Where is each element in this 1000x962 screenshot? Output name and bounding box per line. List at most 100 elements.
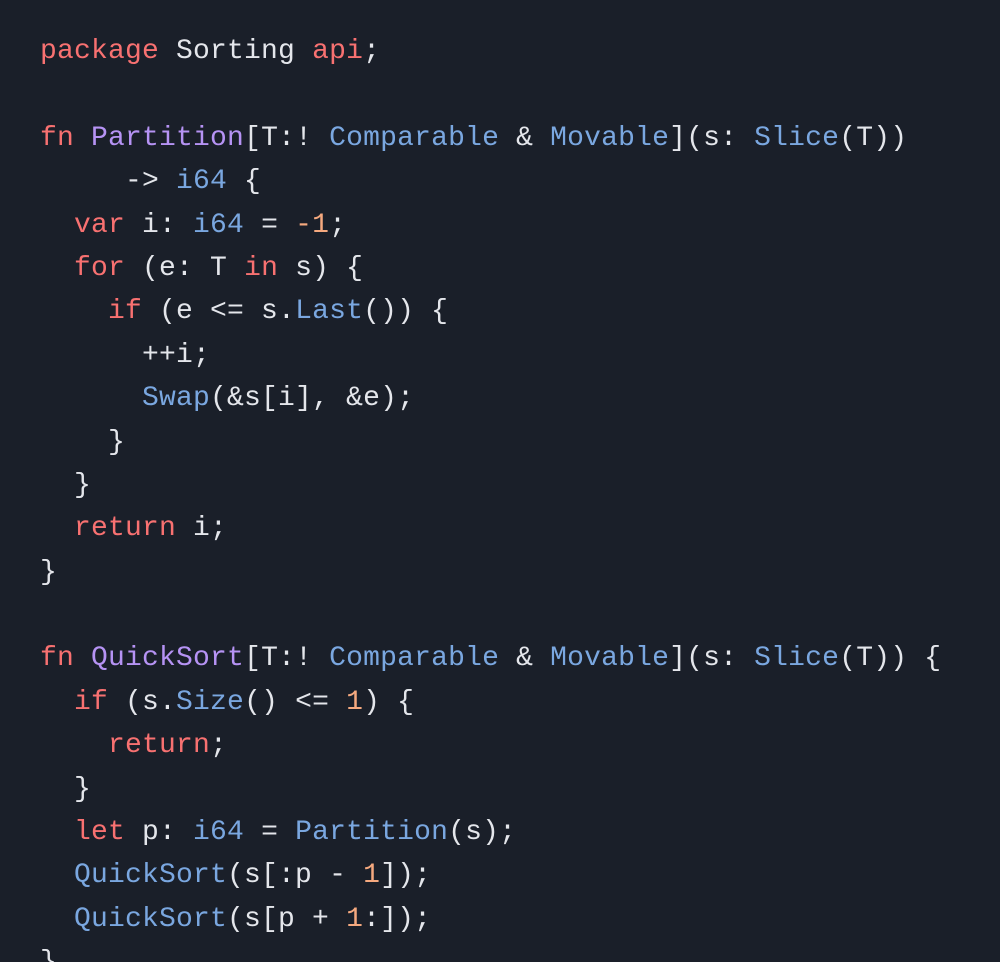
code-token: [T:! [244, 123, 329, 154]
code-token: QuickSort [91, 643, 244, 674]
code-token: p: [125, 817, 193, 848]
code-line: QuickSort(s[:p - 1]); [40, 860, 431, 891]
code-token: (s[p + [227, 904, 346, 935]
code-token: } [40, 557, 57, 588]
code-token: } [40, 774, 91, 805]
code-token: fn [40, 123, 74, 154]
code-token [40, 513, 74, 544]
code-token: i: [125, 210, 193, 241]
code-token: let [74, 817, 125, 848]
code-token [40, 383, 142, 414]
code-token [40, 730, 108, 761]
code-line: let p: i64 = Partition(s); [40, 817, 516, 848]
code-token: ++i; [40, 340, 210, 371]
code-token [74, 643, 91, 674]
code-line: return; [40, 730, 227, 761]
code-line: -> i64 { [40, 166, 261, 197]
code-line: } [40, 947, 57, 962]
code-line: if (e <= s.Last()) { [40, 296, 448, 327]
code-token: i; [176, 513, 227, 544]
code-token: Partition [91, 123, 244, 154]
code-token: s) { [278, 253, 363, 284]
code-token: package [40, 36, 159, 67]
code-token: } [40, 947, 57, 962]
code-token: ; [363, 36, 380, 67]
code-token: ) { [363, 687, 414, 718]
code-token: Movable [550, 643, 669, 674]
code-token: return [74, 513, 176, 544]
code-token: var [74, 210, 125, 241]
code-token: -> [40, 166, 176, 197]
code-token: Movable [550, 123, 669, 154]
code-token: Size [176, 687, 244, 718]
code-line: } [40, 557, 57, 588]
code-token: (s. [108, 687, 176, 718]
code-token: { [227, 166, 261, 197]
code-token [40, 253, 74, 284]
code-token [40, 296, 108, 327]
code-token: ; [210, 730, 227, 761]
code-token: } [40, 470, 91, 501]
code-token: Sorting [159, 36, 312, 67]
code-token: = [244, 210, 295, 241]
code-token [40, 860, 74, 891]
code-token: Partition [295, 817, 448, 848]
code-token: () <= [244, 687, 346, 718]
code-token: [T:! [244, 643, 329, 674]
code-token: (T)) { [839, 643, 941, 674]
code-token: Comparable [329, 123, 499, 154]
code-token: & [499, 643, 550, 674]
code-token: Slice [754, 643, 839, 674]
code-token: & [499, 123, 550, 154]
code-line: if (s.Size() <= 1) { [40, 687, 414, 718]
code-token [40, 904, 74, 935]
code-token: Last [295, 296, 363, 327]
code-token: (&s[i], &e); [210, 383, 414, 414]
code-line: } [40, 427, 125, 458]
code-token: i64 [193, 210, 244, 241]
code-token: ]); [380, 860, 431, 891]
code-token: (e <= s. [142, 296, 295, 327]
code-token [74, 123, 91, 154]
code-block: package Sorting api; fn Partition[T:! Co… [0, 0, 1000, 962]
code-token: fn [40, 643, 74, 674]
code-token: return [108, 730, 210, 761]
code-token: api [312, 36, 363, 67]
code-token: i64 [176, 166, 227, 197]
code-token: ](s: [669, 123, 754, 154]
code-token: Slice [754, 123, 839, 154]
code-token: } [40, 427, 125, 458]
code-token: Comparable [329, 643, 499, 674]
code-token: for [74, 253, 125, 284]
code-token: ()) { [363, 296, 448, 327]
code-token: (T)) [839, 123, 907, 154]
code-line: return i; [40, 513, 227, 544]
code-line: ++i; [40, 340, 210, 371]
code-line: for (e: T in s) { [40, 253, 363, 284]
code-token: (s); [448, 817, 516, 848]
code-line: QuickSort(s[p + 1:]); [40, 904, 431, 935]
code-token [40, 210, 74, 241]
code-token: QuickSort [74, 860, 227, 891]
code-token: (e: T [125, 253, 244, 284]
code-token: QuickSort [74, 904, 227, 935]
code-token: 1 [346, 904, 363, 935]
code-token: if [108, 296, 142, 327]
code-token: ; [329, 210, 346, 241]
code-token: 1 [363, 860, 380, 891]
code-content: package Sorting api; fn Partition[T:! Co… [40, 36, 941, 962]
code-token [40, 817, 74, 848]
code-line: fn Partition[T:! Comparable & Movable](s… [40, 123, 907, 154]
code-line: fn QuickSort[T:! Comparable & Movable](s… [40, 643, 941, 674]
code-line: } [40, 470, 91, 501]
code-token: = [244, 817, 295, 848]
code-line: Swap(&s[i], &e); [40, 383, 414, 414]
code-token: :]); [363, 904, 431, 935]
code-line: package Sorting api; [40, 36, 380, 67]
code-token: 1 [346, 687, 363, 718]
code-token: i64 [193, 817, 244, 848]
code-token: if [74, 687, 108, 718]
code-token: Swap [142, 383, 210, 414]
code-line: } [40, 774, 91, 805]
code-token: ](s: [669, 643, 754, 674]
